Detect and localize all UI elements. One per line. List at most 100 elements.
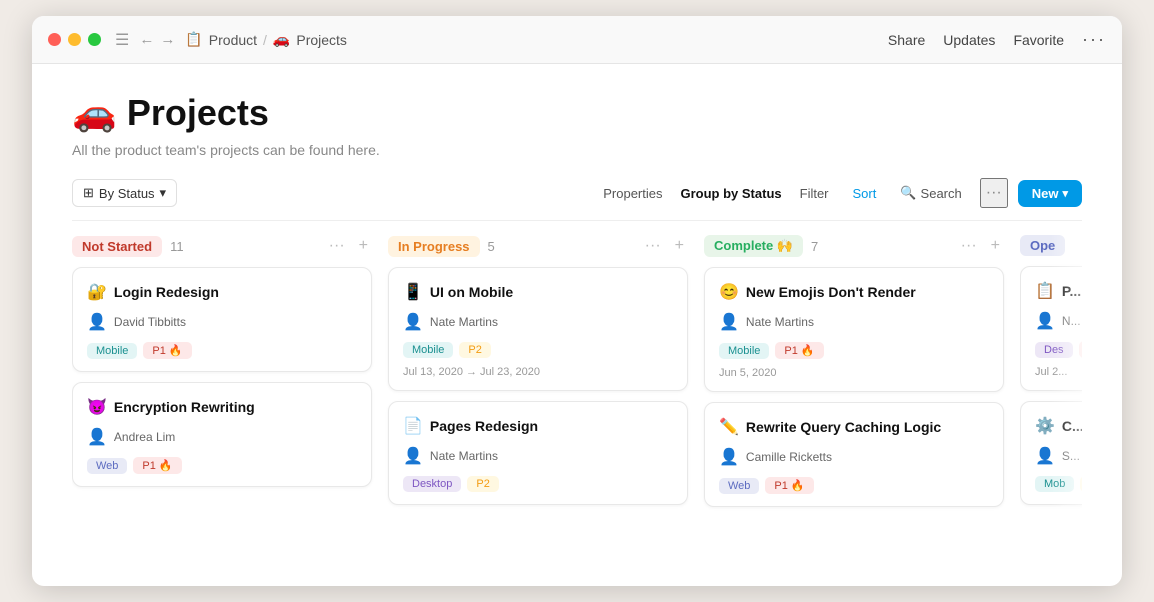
back-arrow-icon[interactable]: ←	[139, 31, 154, 48]
card-icon: ⚙️	[1035, 416, 1055, 436]
breadcrumb-projects-label[interactable]: Projects	[296, 32, 347, 48]
card-icon: 📋	[1035, 281, 1055, 301]
column-add-button[interactable]: +	[987, 235, 1004, 257]
hamburger-icon[interactable]: ☰	[115, 30, 129, 50]
page-icon: 🚗	[72, 92, 117, 134]
traffic-lights	[48, 33, 101, 46]
sort-button[interactable]: Sort	[847, 182, 883, 205]
favorite-button[interactable]: Favorite	[1013, 32, 1064, 48]
board: Not Started11···+🔐Login Redesign👤David T…	[72, 221, 1082, 586]
card-priority: P2	[459, 342, 490, 358]
partial-column-wrapper: Ope📋P...👤N...DesP1 🔥Jul 2...⚙️C...👤S...M…	[1020, 235, 1082, 586]
partial-column: Ope📋P...👤N...DesP1 🔥Jul 2...⚙️C...👤S...M…	[1020, 235, 1082, 505]
view-caret-icon: ▾	[160, 185, 167, 201]
card-tag: Mob	[1035, 476, 1074, 492]
toolbar-more-button[interactable]: ···	[980, 178, 1008, 208]
breadcrumb-separator: /	[263, 32, 267, 48]
card-icon: 😈	[87, 397, 107, 417]
card-author: David Tibbitts	[114, 315, 186, 329]
new-caret-icon: ▾	[1062, 187, 1068, 200]
card-meta: 👤Andrea Lim	[87, 427, 357, 447]
breadcrumb-product-label[interactable]: Product	[209, 32, 257, 48]
card[interactable]: 🔐Login Redesign👤David TibbittsMobileP1 🔥	[72, 267, 372, 372]
card[interactable]: 📋P...👤N...DesP1 🔥Jul 2...	[1020, 266, 1082, 391]
toolbar: ⊞ By Status ▾ Properties Group by Status…	[72, 170, 1082, 221]
column-count: 7	[811, 239, 818, 254]
avatar: 👤	[1035, 446, 1055, 466]
card-author: N...	[1062, 314, 1081, 328]
app-window: ☰ ← → 📋 Product / 🚗 Projects Share Updat…	[32, 16, 1122, 586]
card-title: 😊 New Emojis Don't Render	[719, 282, 989, 302]
card-title-text: Encryption Rewriting	[114, 399, 255, 415]
column-more-button[interactable]: ···	[957, 235, 981, 257]
close-button[interactable]	[48, 33, 61, 46]
status-badge: Not Started	[72, 236, 162, 257]
card[interactable]: 😈 Encryption Rewriting 👤Andrea Lim Web P1 🔥	[72, 382, 372, 487]
card-author: Camille Ricketts	[746, 450, 832, 464]
avatar: 👤	[403, 446, 423, 466]
more-options-button[interactable]: ···	[1082, 29, 1106, 50]
avatar: 👤	[87, 312, 107, 332]
page-subtitle: All the product team's projects can be f…	[72, 142, 1082, 158]
minimize-button[interactable]	[68, 33, 81, 46]
page-title-row: 🚗 Projects	[72, 92, 1082, 134]
card-tags: MobileP1 🔥	[719, 342, 989, 359]
card-meta: 👤Camille Ricketts	[719, 447, 989, 467]
column-actions: ··· +	[325, 235, 372, 257]
card[interactable]: 😊New Emojis Don't Render👤Nate MartinsMob…	[704, 267, 1004, 392]
breadcrumb-product-icon: 📋	[185, 31, 202, 48]
card[interactable]: 📱UI on Mobile👤Nate MartinsMobileP2Jul 13…	[388, 267, 688, 391]
column-more-button[interactable]: ···	[325, 235, 349, 257]
card[interactable]: 📄Pages Redesign👤Nate MartinsDesktopP2	[388, 401, 688, 505]
card[interactable]: ✏️Rewrite Query Caching Logic👤Camille Ri…	[704, 402, 1004, 507]
card-title: 😈 Encryption Rewriting	[87, 397, 357, 417]
view-label: By Status	[99, 186, 155, 201]
card-priority: P4	[1080, 476, 1082, 492]
card-meta: 👤Nate Martins	[403, 446, 673, 466]
properties-button[interactable]: Properties	[595, 182, 670, 205]
toolbar-left: ⊞ By Status ▾	[72, 179, 177, 207]
column-add-button[interactable]: +	[355, 235, 372, 257]
card-priority: P1 🔥	[1079, 341, 1082, 358]
column-add-button[interactable]: +	[671, 235, 688, 257]
column-more-button[interactable]: ···	[641, 235, 665, 257]
page-title: Projects	[127, 92, 269, 134]
view-toggle-button[interactable]: ⊞ By Status ▾	[72, 179, 177, 207]
card-priority: P1 🔥	[133, 457, 181, 474]
column-actions: ··· +	[957, 235, 1004, 257]
card-tags: WebP1 🔥	[719, 477, 989, 494]
card-meta: 👤S...	[1035, 446, 1082, 466]
avatar: 👤	[1035, 311, 1055, 331]
card-meta: 👤 N...	[1035, 311, 1082, 331]
filter-button[interactable]: Filter	[792, 182, 837, 205]
card-tag: Mobile	[87, 343, 137, 359]
group-by-value: Status	[742, 186, 782, 201]
card-author: Nate Martins	[746, 315, 814, 329]
card-icon: 😊	[719, 282, 739, 302]
view-icon: ⊞	[83, 185, 94, 201]
column-in-progress: In Progress5···+📱UI on Mobile👤Nate Marti…	[388, 235, 688, 586]
share-button[interactable]: Share	[888, 32, 925, 48]
card-tag: Des	[1035, 342, 1073, 358]
page-header: 🚗 Projects All the product team's projec…	[72, 64, 1082, 170]
main-content: 🚗 Projects All the product team's projec…	[32, 64, 1122, 586]
card-title-text: C...	[1062, 418, 1082, 434]
updates-button[interactable]: Updates	[943, 32, 995, 48]
card-tag: Web	[87, 458, 127, 474]
breadcrumb: 📋 Product / 🚗 Projects	[185, 31, 888, 48]
search-button[interactable]: 🔍 Search	[892, 181, 969, 205]
card-priority: P1 🔥	[765, 477, 813, 494]
titlebar-actions: Share Updates Favorite ···	[888, 29, 1106, 50]
card-title-text: Login Redesign	[114, 284, 219, 300]
card[interactable]: ⚙️ C... 👤S... Mob P4	[1020, 401, 1082, 505]
new-button[interactable]: New ▾	[1018, 180, 1082, 207]
toolbar-right: Properties Group by Status Filter Sort 🔍…	[595, 178, 1082, 208]
card-title: 🔐Login Redesign	[87, 282, 357, 302]
card-title: 📋P...	[1035, 281, 1082, 301]
card-title-text: New Emojis Don't Render	[746, 284, 916, 300]
avatar: 👤	[403, 312, 423, 332]
nav-arrows: ← →	[139, 31, 175, 48]
maximize-button[interactable]	[88, 33, 101, 46]
card-tags: Des P1 🔥	[1035, 341, 1082, 358]
forward-arrow-icon[interactable]: →	[160, 31, 175, 48]
